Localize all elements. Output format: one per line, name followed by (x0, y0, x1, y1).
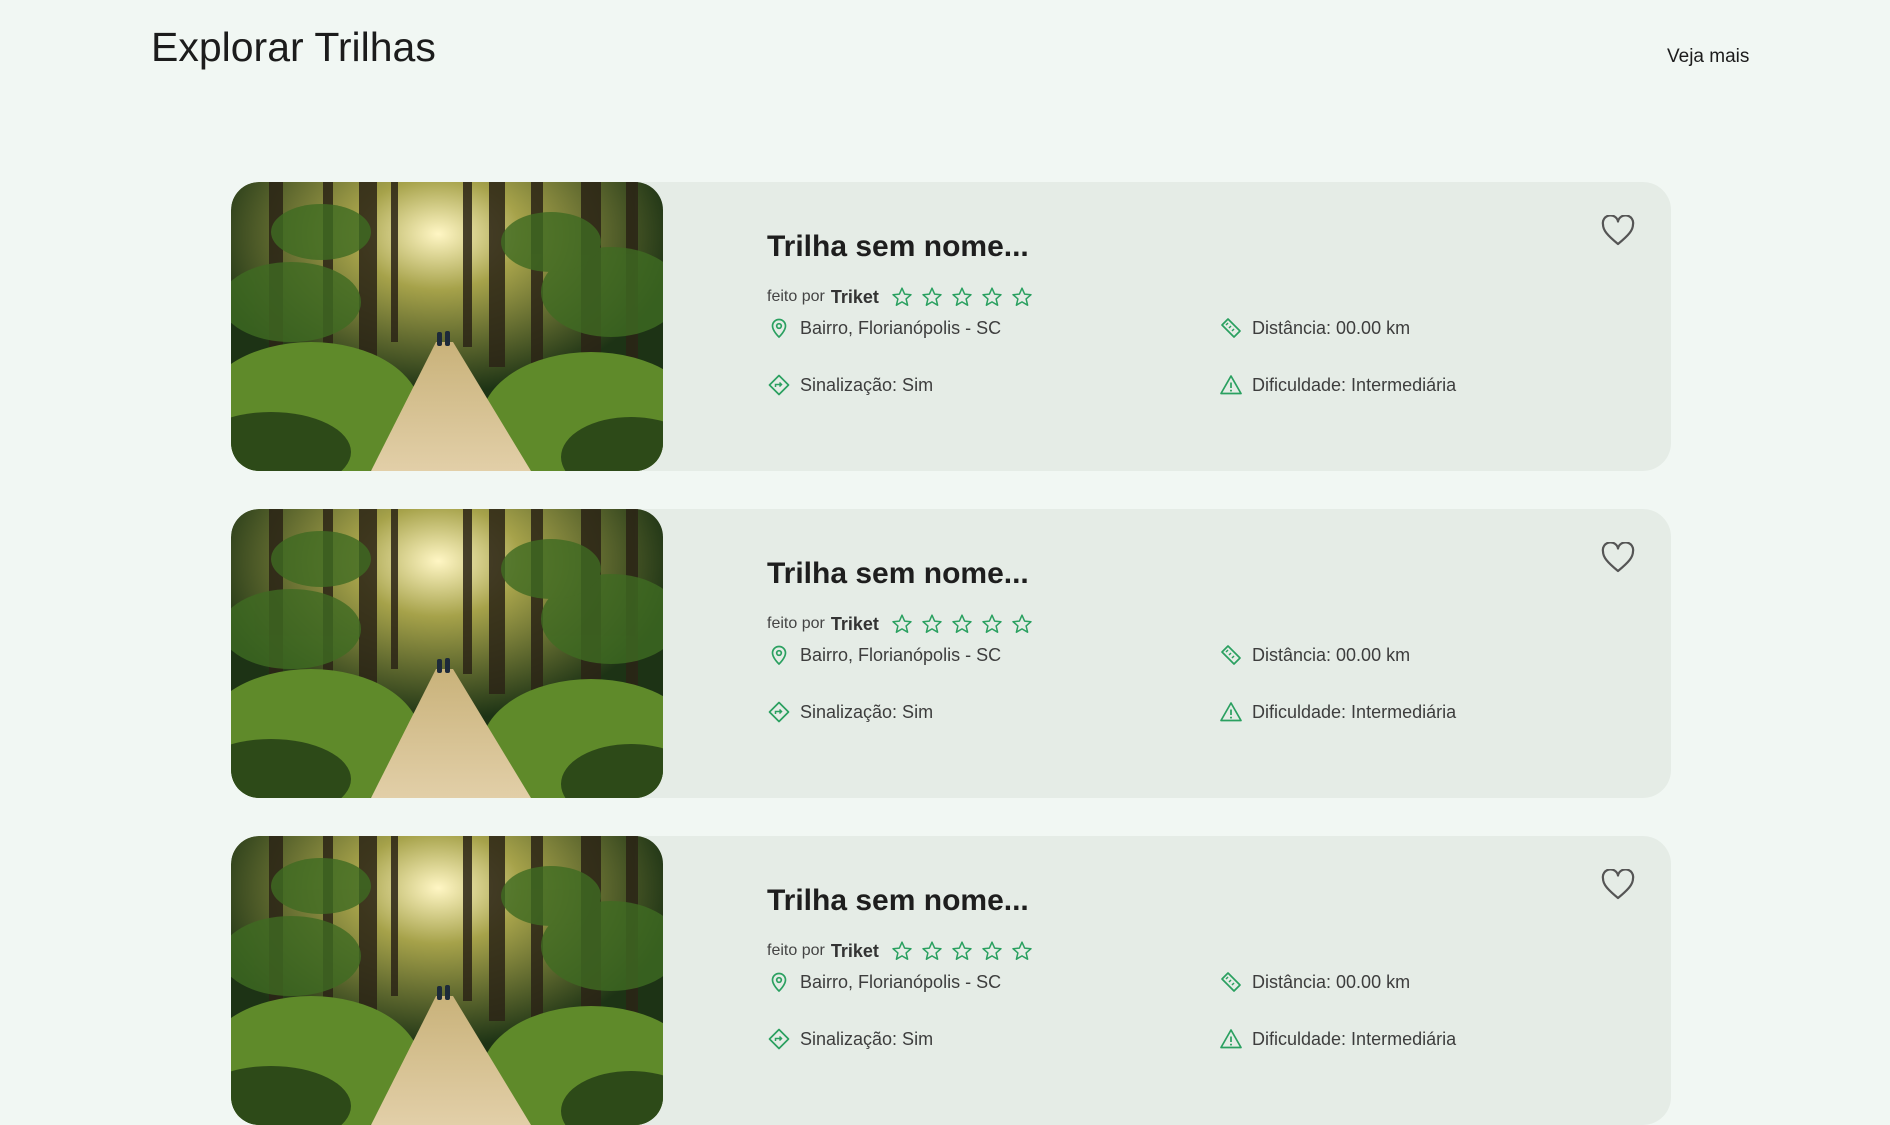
author-row: feito por Triket (767, 613, 1033, 635)
location-text: Bairro, Florianópolis - SC (800, 317, 1002, 338)
star-icon[interactable] (891, 286, 913, 308)
rating-stars[interactable] (891, 940, 1033, 962)
made-by-label: feito por (767, 288, 825, 305)
signpost-icon (768, 1028, 790, 1050)
rating-stars[interactable] (891, 613, 1033, 635)
trail-photo (231, 509, 663, 798)
signpost-icon (768, 374, 790, 396)
signage-info: Sinalização: Sim (767, 1027, 933, 1051)
star-icon[interactable] (981, 613, 1003, 635)
ruler-icon (1221, 318, 1241, 338)
trail-card[interactable]: Trilha sem nome... feito por Triket Bair… (231, 509, 1671, 798)
warning-icon (1220, 702, 1242, 722)
location-text: Bairro, Florianópolis - SC (800, 644, 1002, 665)
signage-text: Sinalização: Sim (800, 1028, 934, 1049)
distance-info: Distância: 00.00 km (1219, 643, 1410, 667)
star-icon[interactable] (1011, 613, 1033, 635)
star-icon[interactable] (891, 613, 913, 635)
location-text: Bairro, Florianópolis - SC (800, 971, 1002, 992)
star-icon[interactable] (921, 613, 943, 635)
heart-icon[interactable] (1601, 542, 1635, 574)
difficulty-info: Dificuldade: Intermediária (1219, 1027, 1456, 1051)
heart-icon[interactable] (1601, 869, 1635, 901)
trail-photo (231, 836, 663, 1125)
location-info: Bairro, Florianópolis - SC (767, 970, 1001, 994)
star-icon[interactable] (981, 940, 1003, 962)
ruler-icon (1221, 645, 1241, 665)
distance-text: Distância: 00.00 km (1252, 317, 1411, 338)
map-pin-icon (771, 972, 787, 993)
author-name[interactable]: Triket (831, 287, 879, 308)
trail-title[interactable]: Trilha sem nome... (767, 884, 1029, 918)
star-icon[interactable] (951, 613, 973, 635)
see-more-link[interactable]: Veja mais (1667, 46, 1749, 68)
trail-title[interactable]: Trilha sem nome... (767, 230, 1029, 264)
location-info: Bairro, Florianópolis - SC (767, 316, 1001, 340)
author-row: feito por Triket (767, 940, 1033, 962)
distance-text: Distância: 00.00 km (1252, 644, 1411, 665)
trail-title[interactable]: Trilha sem nome... (767, 557, 1029, 591)
author-name[interactable]: Triket (831, 614, 879, 635)
star-icon[interactable] (951, 286, 973, 308)
distance-info: Distância: 00.00 km (1219, 970, 1410, 994)
location-info: Bairro, Florianópolis - SC (767, 643, 1001, 667)
star-icon[interactable] (1011, 286, 1033, 308)
page-title: Explorar Trilhas (151, 24, 436, 70)
signage-text: Sinalização: Sim (800, 701, 934, 722)
difficulty-text: Dificuldade: Intermediária (1252, 374, 1457, 395)
difficulty-text: Dificuldade: Intermediária (1252, 1028, 1457, 1049)
author-name[interactable]: Triket (831, 941, 879, 962)
trail-card[interactable]: Trilha sem nome... feito por Triket Bair… (231, 836, 1671, 1125)
heart-icon[interactable] (1601, 215, 1635, 247)
map-pin-icon (771, 645, 787, 666)
warning-icon (1220, 375, 1242, 395)
trail-photo (231, 182, 663, 471)
signage-info: Sinalização: Sim (767, 700, 933, 724)
difficulty-text: Dificuldade: Intermediária (1252, 701, 1457, 722)
made-by-label: feito por (767, 942, 825, 959)
difficulty-info: Dificuldade: Intermediária (1219, 700, 1456, 724)
warning-icon (1220, 1029, 1242, 1049)
star-icon[interactable] (891, 940, 913, 962)
star-icon[interactable] (921, 940, 943, 962)
signpost-icon (768, 701, 790, 723)
author-row: feito por Triket (767, 286, 1033, 308)
distance-info: Distância: 00.00 km (1219, 316, 1410, 340)
signage-info: Sinalização: Sim (767, 373, 933, 397)
distance-text: Distância: 00.00 km (1252, 971, 1411, 992)
star-icon[interactable] (1011, 940, 1033, 962)
star-icon[interactable] (921, 286, 943, 308)
trail-card[interactable]: Trilha sem nome... feito por Triket Bair… (231, 182, 1671, 471)
difficulty-info: Dificuldade: Intermediária (1219, 373, 1456, 397)
star-icon[interactable] (951, 940, 973, 962)
rating-stars[interactable] (891, 286, 1033, 308)
star-icon[interactable] (981, 286, 1003, 308)
signage-text: Sinalização: Sim (800, 374, 934, 395)
map-pin-icon (771, 318, 787, 339)
made-by-label: feito por (767, 615, 825, 632)
ruler-icon (1221, 972, 1241, 992)
